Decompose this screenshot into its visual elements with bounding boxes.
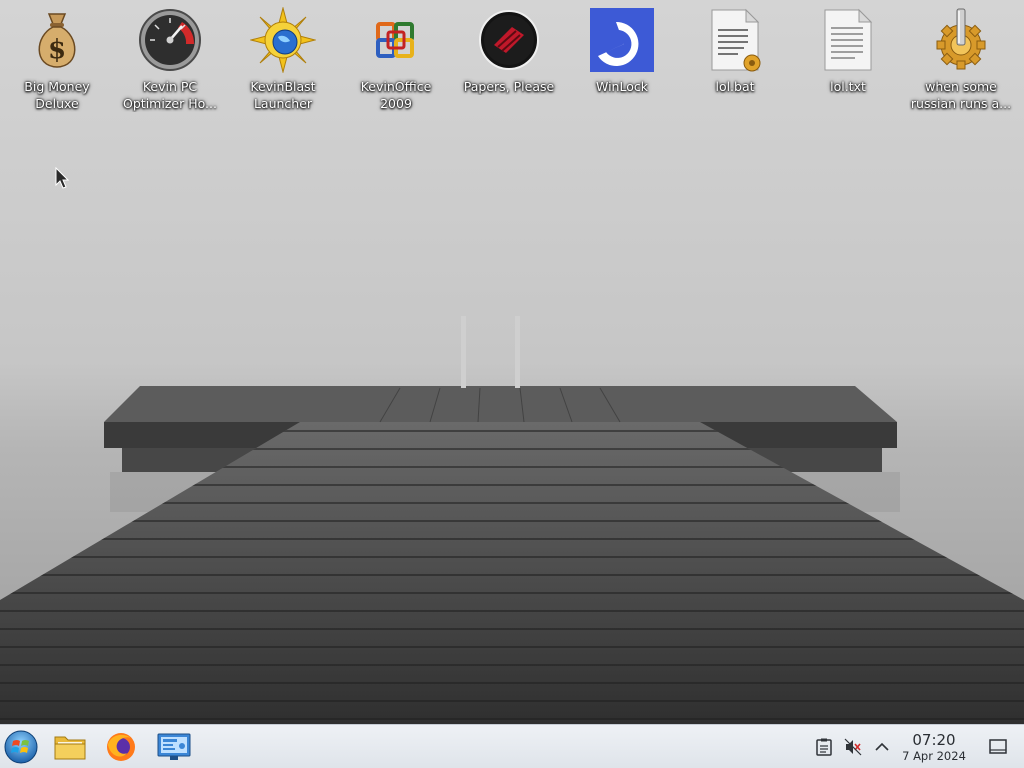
windows-orb-icon [4,730,38,764]
firefox-icon [107,733,135,761]
chevron-up-icon [875,742,889,751]
volume-muted-icon [844,738,862,756]
desktop-icon-label: Big Money Deluxe [24,79,90,111]
tray-expand-button[interactable] [872,737,892,757]
desktop-icon-kevin-pc-optimizer[interactable]: Kevin PC Optimizer Ho... [118,6,222,118]
office-squares-icon [362,6,430,74]
svg-text:$: $ [48,35,66,65]
text-file-icon [814,6,882,74]
desktop-icon-kevinoffice-2009[interactable]: KevinOffice 2009 [344,6,448,118]
remote-desktop-button[interactable] [156,729,192,765]
firefox-button[interactable] [103,729,139,765]
clipboard-tray-button[interactable] [814,737,834,757]
desktop-icon-label: lol.bat [715,79,755,94]
desktop-icon-kevinblast-launcher[interactable]: KevinBlast Launcher [231,6,335,118]
desktop-icon-papers-please[interactable]: Papers, Please [457,6,561,118]
speedometer-icon [136,6,204,74]
desktop-icon-label: when some russian runs a... [910,79,1012,111]
desktop-icon-label: WinLock [596,79,648,94]
clock-date: 7 Apr 2024 [902,749,966,763]
show-desktop-button[interactable] [988,737,1008,757]
desktop-icon-label: KevinOffice 2009 [360,79,432,111]
desktop-icon-winlock[interactable]: WinLock [570,6,674,118]
folder-icon [54,736,86,760]
desktop-icon-grid: $ Big Money Deluxe Kevin PC Optimizer Ho… [0,0,1024,130]
winlock-icon [588,6,656,74]
mouse-cursor-icon [55,167,69,189]
desktop-icon-lol-bat[interactable]: lol.bat [683,6,787,118]
desktop-icon-big-money-deluxe[interactable]: $ Big Money Deluxe [5,6,109,118]
desktop-icon-label: Papers, Please [463,79,555,94]
monitor-icon [157,733,191,760]
volume-tray-button[interactable] [843,737,863,757]
papers-please-seal-icon [475,6,543,74]
sun-globe-icon [249,6,317,74]
desktop-icon-when-some-russian-runs[interactable]: when some russian runs a... [909,6,1013,118]
clipboard-icon [816,738,832,756]
batch-file-icon [701,6,769,74]
clock[interactable]: 07:20 7 Apr 2024 [896,731,972,763]
show-desktop-icon [989,739,1007,754]
gear-icon [927,6,995,74]
clock-time: 07:20 [912,731,956,749]
file-manager-button[interactable] [52,729,88,765]
desktop-icon-label: KevinBlast Launcher [250,79,316,111]
money-bag-icon: $ [23,6,91,74]
start-button[interactable] [3,729,39,765]
desktop-icon-lol-txt[interactable]: lol.txt [796,6,900,118]
taskbar: 07:20 7 Apr 2024 [0,724,1024,768]
desktop-icon-label: Kevin PC Optimizer Ho... [123,79,217,111]
desktop-icon-label: lol.txt [830,79,866,94]
